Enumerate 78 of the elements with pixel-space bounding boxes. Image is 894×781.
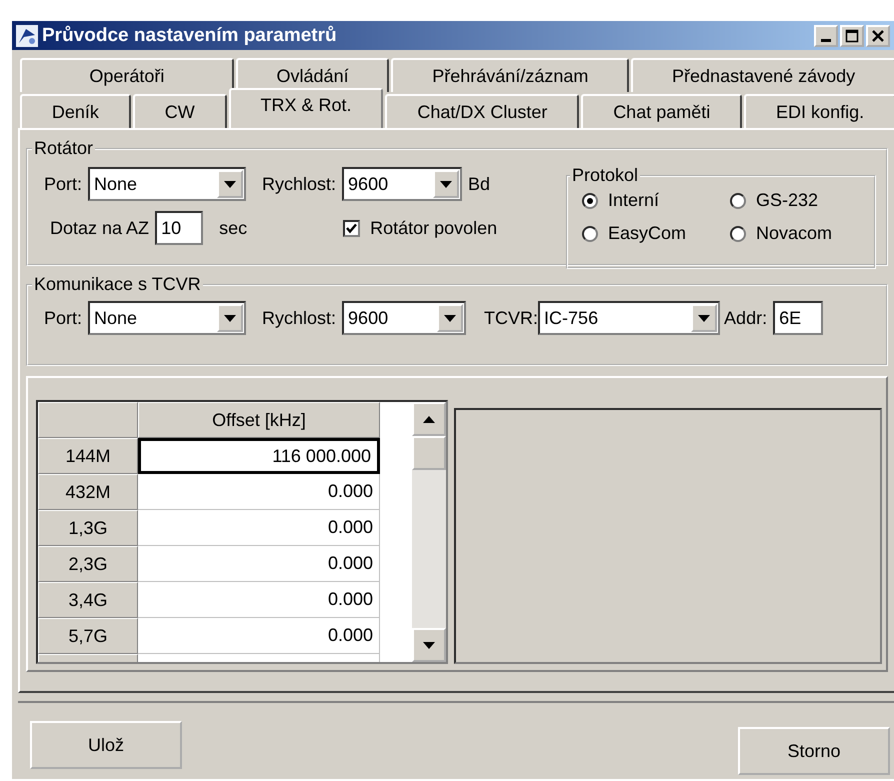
dropdown-button[interactable] [217, 304, 244, 332]
caret-icon [440, 180, 452, 188]
group-title: Rotátor [33, 138, 94, 159]
interval-field[interactable]: 10 [155, 211, 204, 245]
tab[interactable]: Přehrávání/záznam [391, 58, 630, 92]
unit-label: Bd [468, 174, 490, 194]
column-header: Offset [kHz] [138, 402, 380, 438]
dropdown-button[interactable] [433, 170, 460, 198]
scroll-up-button[interactable] [412, 402, 446, 436]
close-icon [871, 28, 885, 42]
window-title: Průvodce nastavením parametrů [42, 24, 338, 46]
tab[interactable]: CW [132, 94, 227, 128]
scroll-down-button[interactable] [412, 628, 446, 662]
table-cell[interactable]: 0.000 [138, 510, 380, 546]
dialog-button[interactable]: Storno [738, 727, 890, 775]
check-icon [345, 222, 358, 234]
address-field[interactable]: 6E [773, 301, 824, 335]
tab[interactable]: Chat/DX Cluster [385, 94, 580, 128]
speed-dropdown[interactable]: 9600 [342, 301, 466, 335]
row-header: 5,7G [38, 618, 138, 654]
row-header: 144M [38, 438, 138, 474]
field-label: Port: [44, 308, 82, 328]
tab[interactable]: Přednastavené závody [631, 58, 894, 92]
group-title: Komunikace s TCVR [33, 274, 202, 295]
row-header: 3,4G [38, 582, 138, 618]
field-label: Rychlost: [262, 174, 336, 194]
table-cell[interactable]: 0.000 [138, 474, 380, 510]
unit-label: sec [219, 218, 248, 238]
minimize-button[interactable] [814, 24, 838, 46]
radio-label: Interní [608, 190, 660, 211]
radio-label: Novacom [756, 223, 832, 244]
maximize-button[interactable] [840, 24, 864, 46]
port-dropdown[interactable]: None [88, 301, 246, 335]
table-cell[interactable]: 0.000 [138, 582, 380, 618]
speed-dropdown[interactable]: 9600 [342, 167, 462, 201]
row-header: 1,3G [38, 510, 138, 546]
transceiver-dropdown[interactable]: IC-756 [538, 301, 720, 335]
close-button[interactable] [866, 24, 890, 46]
table-cell[interactable]: 116 000.000 [138, 438, 380, 474]
scrollbar[interactable] [412, 402, 446, 662]
minimize-icon [821, 38, 831, 42]
caret-icon [444, 314, 456, 322]
field-label: Addr: [724, 308, 768, 328]
group-title: Protokol [571, 165, 640, 186]
down-arrow-icon [423, 642, 435, 648]
tab[interactable]: EDI konfig. [744, 94, 894, 128]
radio-button[interactable] [582, 226, 598, 242]
radio-label: EasyCom [608, 223, 686, 244]
dropdown-button[interactable] [691, 304, 718, 332]
checkbox[interactable] [343, 220, 360, 236]
row-header: 432M [38, 474, 138, 510]
tab[interactable]: Operátoři [20, 58, 234, 92]
table-cell[interactable]: 0.000 [138, 618, 380, 654]
field-label: TCVR: [484, 308, 538, 328]
tab[interactable]: Deník [20, 94, 131, 128]
field-label: Dotaz na AZ [50, 218, 150, 238]
row-header: 2,3G [38, 546, 138, 582]
table-cell[interactable]: 0.000 [138, 546, 380, 582]
radio-label: GS-232 [756, 190, 818, 211]
field-label: Port: [44, 174, 82, 194]
radio-button[interactable] [730, 192, 746, 208]
radio-button[interactable] [582, 192, 598, 208]
app-icon [16, 24, 38, 46]
dialog-button[interactable]: Ulož [30, 721, 182, 769]
dropdown-button[interactable] [217, 170, 244, 198]
tab[interactable]: TRX & Rot. [228, 88, 384, 128]
caret-icon [698, 314, 710, 322]
port-dropdown[interactable]: None [88, 167, 246, 201]
up-arrow-icon [423, 416, 435, 422]
dropdown-button[interactable] [437, 304, 464, 332]
scroll-thumb[interactable] [412, 436, 446, 470]
field-label: Rychlost: [262, 308, 336, 328]
caret-icon [224, 314, 236, 322]
caret-icon [224, 180, 236, 188]
radio-button[interactable] [730, 226, 746, 242]
maximize-icon [845, 28, 859, 42]
checkbox-label: Rotátor povolen [370, 218, 498, 238]
tab[interactable]: Chat paměti [581, 94, 742, 128]
